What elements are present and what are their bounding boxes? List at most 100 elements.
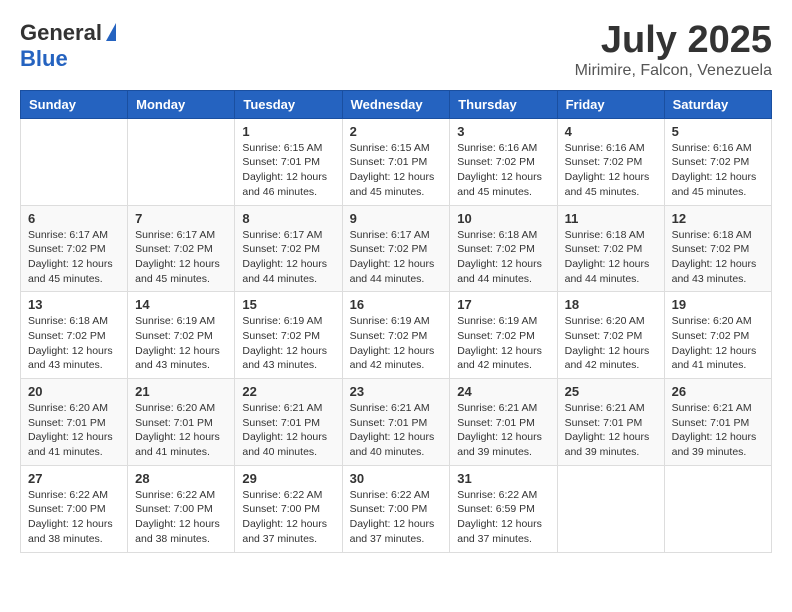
day-number: 16 xyxy=(350,297,443,312)
day-number: 19 xyxy=(672,297,764,312)
calendar-cell: 3 Sunrise: 6:16 AMSunset: 7:02 PMDayligh… xyxy=(450,118,557,205)
calendar-week-row: 20 Sunrise: 6:20 AMSunset: 7:01 PMDaylig… xyxy=(21,379,772,466)
day-info: Sunrise: 6:18 AMSunset: 7:02 PMDaylight:… xyxy=(672,229,757,285)
day-number: 13 xyxy=(28,297,120,312)
calendar-cell: 7 Sunrise: 6:17 AMSunset: 7:02 PMDayligh… xyxy=(128,205,235,292)
day-number: 29 xyxy=(242,471,334,486)
day-number: 21 xyxy=(135,384,227,399)
day-info: Sunrise: 6:20 AMSunset: 7:01 PMDaylight:… xyxy=(135,402,220,458)
day-number: 23 xyxy=(350,384,443,399)
calendar-cell: 23 Sunrise: 6:21 AMSunset: 7:01 PMDaylig… xyxy=(342,379,450,466)
calendar-cell: 12 Sunrise: 6:18 AMSunset: 7:02 PMDaylig… xyxy=(664,205,771,292)
calendar-cell xyxy=(664,465,771,552)
day-number: 17 xyxy=(457,297,549,312)
calendar-cell: 30 Sunrise: 6:22 AMSunset: 7:00 PMDaylig… xyxy=(342,465,450,552)
day-info: Sunrise: 6:16 AMSunset: 7:02 PMDaylight:… xyxy=(457,142,542,198)
day-number: 9 xyxy=(350,211,443,226)
day-info: Sunrise: 6:16 AMSunset: 7:02 PMDaylight:… xyxy=(672,142,757,198)
day-info: Sunrise: 6:21 AMSunset: 7:01 PMDaylight:… xyxy=(672,402,757,458)
day-number: 20 xyxy=(28,384,120,399)
calendar-cell: 26 Sunrise: 6:21 AMSunset: 7:01 PMDaylig… xyxy=(664,379,771,466)
day-info: Sunrise: 6:21 AMSunset: 7:01 PMDaylight:… xyxy=(565,402,650,458)
day-number: 22 xyxy=(242,384,334,399)
day-of-week-header: Thursday xyxy=(450,90,557,118)
calendar-cell: 9 Sunrise: 6:17 AMSunset: 7:02 PMDayligh… xyxy=(342,205,450,292)
day-of-week-header: Friday xyxy=(557,90,664,118)
day-info: Sunrise: 6:19 AMSunset: 7:02 PMDaylight:… xyxy=(135,315,220,371)
day-info: Sunrise: 6:20 AMSunset: 7:02 PMDaylight:… xyxy=(565,315,650,371)
day-info: Sunrise: 6:22 AMSunset: 7:00 PMDaylight:… xyxy=(28,489,113,545)
calendar-week-row: 13 Sunrise: 6:18 AMSunset: 7:02 PMDaylig… xyxy=(21,292,772,379)
logo-blue-text: Blue xyxy=(20,46,68,72)
day-number: 10 xyxy=(457,211,549,226)
day-info: Sunrise: 6:20 AMSunset: 7:01 PMDaylight:… xyxy=(28,402,113,458)
day-info: Sunrise: 6:22 AMSunset: 6:59 PMDaylight:… xyxy=(457,489,542,545)
day-info: Sunrise: 6:17 AMSunset: 7:02 PMDaylight:… xyxy=(350,229,435,285)
calendar-cell: 16 Sunrise: 6:19 AMSunset: 7:02 PMDaylig… xyxy=(342,292,450,379)
calendar-cell: 27 Sunrise: 6:22 AMSunset: 7:00 PMDaylig… xyxy=(21,465,128,552)
day-number: 14 xyxy=(135,297,227,312)
day-info: Sunrise: 6:19 AMSunset: 7:02 PMDaylight:… xyxy=(242,315,327,371)
day-of-week-header: Saturday xyxy=(664,90,771,118)
day-number: 31 xyxy=(457,471,549,486)
calendar-cell: 28 Sunrise: 6:22 AMSunset: 7:00 PMDaylig… xyxy=(128,465,235,552)
logo-triangle-icon xyxy=(106,23,116,41)
day-number: 1 xyxy=(242,124,334,139)
calendar-cell: 8 Sunrise: 6:17 AMSunset: 7:02 PMDayligh… xyxy=(235,205,342,292)
month-title: July 2025 xyxy=(575,20,772,62)
calendar-cell: 20 Sunrise: 6:20 AMSunset: 7:01 PMDaylig… xyxy=(21,379,128,466)
day-info: Sunrise: 6:18 AMSunset: 7:02 PMDaylight:… xyxy=(457,229,542,285)
calendar-cell: 6 Sunrise: 6:17 AMSunset: 7:02 PMDayligh… xyxy=(21,205,128,292)
day-info: Sunrise: 6:17 AMSunset: 7:02 PMDaylight:… xyxy=(28,229,113,285)
calendar-cell: 22 Sunrise: 6:21 AMSunset: 7:01 PMDaylig… xyxy=(235,379,342,466)
day-number: 7 xyxy=(135,211,227,226)
calendar-cell: 21 Sunrise: 6:20 AMSunset: 7:01 PMDaylig… xyxy=(128,379,235,466)
day-info: Sunrise: 6:21 AMSunset: 7:01 PMDaylight:… xyxy=(350,402,435,458)
calendar-cell: 11 Sunrise: 6:18 AMSunset: 7:02 PMDaylig… xyxy=(557,205,664,292)
day-info: Sunrise: 6:17 AMSunset: 7:02 PMDaylight:… xyxy=(242,229,327,285)
day-number: 18 xyxy=(565,297,657,312)
calendar-cell: 17 Sunrise: 6:19 AMSunset: 7:02 PMDaylig… xyxy=(450,292,557,379)
day-number: 6 xyxy=(28,211,120,226)
day-info: Sunrise: 6:22 AMSunset: 7:00 PMDaylight:… xyxy=(135,489,220,545)
calendar-cell: 19 Sunrise: 6:20 AMSunset: 7:02 PMDaylig… xyxy=(664,292,771,379)
day-number: 30 xyxy=(350,471,443,486)
page-header: General Blue July 2025 Mirimire, Falcon,… xyxy=(20,20,772,80)
calendar-header-row: SundayMondayTuesdayWednesdayThursdayFrid… xyxy=(21,90,772,118)
day-info: Sunrise: 6:21 AMSunset: 7:01 PMDaylight:… xyxy=(242,402,327,458)
day-info: Sunrise: 6:21 AMSunset: 7:01 PMDaylight:… xyxy=(457,402,542,458)
day-of-week-header: Tuesday xyxy=(235,90,342,118)
day-info: Sunrise: 6:15 AMSunset: 7:01 PMDaylight:… xyxy=(242,142,327,198)
day-info: Sunrise: 6:16 AMSunset: 7:02 PMDaylight:… xyxy=(565,142,650,198)
calendar-cell: 29 Sunrise: 6:22 AMSunset: 7:00 PMDaylig… xyxy=(235,465,342,552)
calendar-cell: 15 Sunrise: 6:19 AMSunset: 7:02 PMDaylig… xyxy=(235,292,342,379)
day-of-week-header: Sunday xyxy=(21,90,128,118)
calendar-cell: 4 Sunrise: 6:16 AMSunset: 7:02 PMDayligh… xyxy=(557,118,664,205)
day-number: 24 xyxy=(457,384,549,399)
calendar-week-row: 27 Sunrise: 6:22 AMSunset: 7:00 PMDaylig… xyxy=(21,465,772,552)
calendar-cell: 1 Sunrise: 6:15 AMSunset: 7:01 PMDayligh… xyxy=(235,118,342,205)
calendar-cell: 14 Sunrise: 6:19 AMSunset: 7:02 PMDaylig… xyxy=(128,292,235,379)
day-of-week-header: Monday xyxy=(128,90,235,118)
calendar-cell xyxy=(557,465,664,552)
calendar-cell: 24 Sunrise: 6:21 AMSunset: 7:01 PMDaylig… xyxy=(450,379,557,466)
calendar-cell xyxy=(128,118,235,205)
logo: General Blue xyxy=(20,20,116,72)
day-number: 12 xyxy=(672,211,764,226)
calendar-table: SundayMondayTuesdayWednesdayThursdayFrid… xyxy=(20,90,772,553)
calendar-week-row: 6 Sunrise: 6:17 AMSunset: 7:02 PMDayligh… xyxy=(21,205,772,292)
day-number: 4 xyxy=(565,124,657,139)
day-number: 28 xyxy=(135,471,227,486)
day-info: Sunrise: 6:15 AMSunset: 7:01 PMDaylight:… xyxy=(350,142,435,198)
day-number: 26 xyxy=(672,384,764,399)
day-info: Sunrise: 6:17 AMSunset: 7:02 PMDaylight:… xyxy=(135,229,220,285)
day-number: 2 xyxy=(350,124,443,139)
calendar-cell: 13 Sunrise: 6:18 AMSunset: 7:02 PMDaylig… xyxy=(21,292,128,379)
day-number: 5 xyxy=(672,124,764,139)
calendar-cell: 10 Sunrise: 6:18 AMSunset: 7:02 PMDaylig… xyxy=(450,205,557,292)
day-number: 25 xyxy=(565,384,657,399)
day-number: 15 xyxy=(242,297,334,312)
logo-general-text: General xyxy=(20,20,102,46)
day-number: 3 xyxy=(457,124,549,139)
day-info: Sunrise: 6:19 AMSunset: 7:02 PMDaylight:… xyxy=(457,315,542,371)
